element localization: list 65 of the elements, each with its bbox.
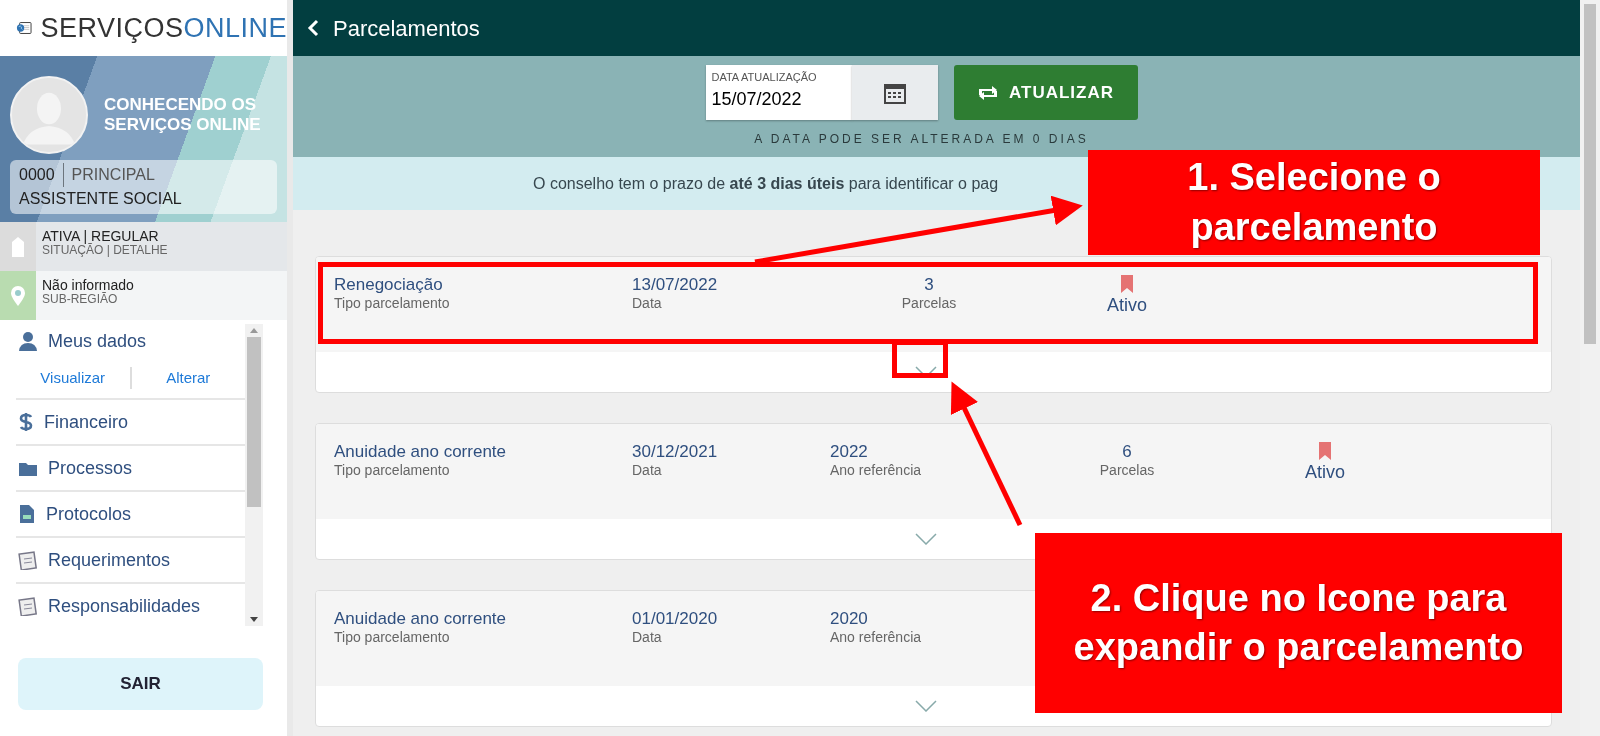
menu-item[interactable]: Protocolos [46,500,132,528]
dollar-icon [18,412,34,432]
status-title: ATIVA | REGULAR [42,229,160,244]
instruction-tooltip: 2. Clique no Icone para expandir o parcelamento [1035,533,1562,713]
status-label: Ativo [1107,295,1147,316]
status-subtitle: SITUAÇÃO | DETALHE [42,244,168,258]
menu-link[interactable]: Visualizar [16,366,130,390]
person-icon [18,331,38,351]
refresh-button[interactable]: ATUALIZAR [953,65,1138,120]
document-icon [18,504,36,524]
logo-text: SERVIÇOSONLINE [40,11,287,45]
status-subtitle: SUB-REGIÃO [42,293,119,307]
clipboard-icon [18,596,38,616]
field-label: Tipo parcelamento [334,628,450,645]
menu-item[interactable]: Financeiro [44,408,129,436]
field-label: Parcelas [901,294,957,311]
field-value: 01/01/2020 [632,609,718,629]
back-icon[interactable] [307,19,319,37]
refresh-icon [977,84,999,101]
field-value: 30/12/2021 [632,442,718,462]
field-value: Anuidade ano corrente [334,442,507,462]
calendar-button[interactable] [851,65,938,120]
menu-item[interactable]: Requerimentos [48,546,171,574]
bookmark-icon [1319,442,1331,460]
field-label: Parcelas [1099,461,1155,478]
date-field[interactable]: DATA ATUALIZAÇÃO 15/07/2022 [705,65,852,120]
profile-name: CONHECENDO OS SERVIÇOS ONLINE [104,95,262,135]
field-value: 3 [924,275,934,295]
instruction-tooltip: 1. Selecione o parcelamento [1088,150,1540,255]
clipboard-icon [18,550,38,570]
field-label: Tipo parcelamento [334,294,450,311]
menu-item[interactable]: Processos [48,454,133,482]
field-value: Renegociação [334,275,443,295]
field-label: Tipo parcelamento [334,461,450,478]
date-hint: A DATA PODE SER ALTERADA EM 0 DIAS [754,131,1089,148]
field-label: Ano referência [830,628,922,645]
bookmark-icon [1121,275,1133,293]
page-title: Parcelamentos [333,14,480,43]
field-label: Ano referência [830,461,922,478]
registration-type: PRINCIPAL [71,165,155,185]
installment-card[interactable]: Anuidade ano corrente Tipo parcelamento 30/12/2021 Data 2022 Ano referência 6 Parcelas Ativo [315,423,1552,560]
field-label: DATA ATUALIZAÇÃO [711,70,818,85]
field-label: Data [632,461,662,478]
field-label: Data [632,294,662,311]
status-label: Ativo [1305,462,1345,483]
field-value: 13/07/2022 [632,275,718,295]
tag-icon [11,235,25,258]
scroll-down-icon[interactable] [250,617,258,622]
logout-button[interactable]: SAIR [18,658,263,710]
menu-item[interactable]: Meus dados [48,327,147,355]
field-label: Data [632,628,662,645]
location-pin-icon [10,284,26,307]
field-value: 2022 [830,442,868,462]
scroll-up-icon[interactable] [250,328,258,333]
profession-label: ASSISTENTE SOCIAL [19,189,183,209]
field-value: 2020 [830,609,868,629]
date-input[interactable]: 15/07/2022 [711,85,846,113]
status-title: Não informado [42,278,134,293]
menu-item[interactable]: Responsabilidades [48,592,201,620]
field-value: Anuidade ano corrente [334,609,507,629]
notice-text: O conselho tem o prazo de até 3 dias úteis para identificar o pag [533,173,999,194]
scrollbar[interactable] [245,324,263,626]
field-value: 6 [1122,442,1132,462]
registration-number: 0000 [19,163,64,187]
installment-card[interactable]: Renegociação Tipo parcelamento 13/07/2022 Data 3 Parcelas Ativo [315,256,1552,393]
